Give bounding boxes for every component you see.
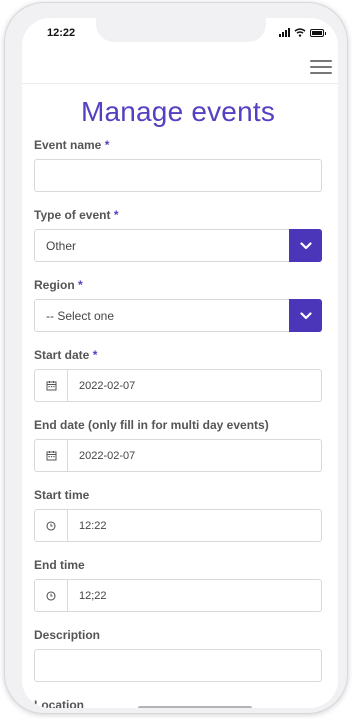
clock-icon [35,580,68,611]
region-value: -- Select one [46,308,115,323]
end-date-field: End date (only fill in for multi day eve… [34,418,322,472]
chevron-down-icon[interactable] [289,229,322,262]
end-date-value: 2022-02-07 [79,449,136,462]
required-asterisk: * [104,138,110,152]
signal-icon [279,28,290,37]
region-label: Region * [34,278,83,292]
clock-icon [35,510,68,541]
calendar-icon [35,370,68,401]
status-icons [279,28,326,37]
phone-screen: 12:22 Manage events Event name * Type of… [22,18,338,708]
event-name-input[interactable] [34,159,322,192]
start-date-input[interactable]: 2022-02-07 [34,369,322,402]
end-time-input[interactable]: 12;22 [34,579,322,612]
start-date-label: Start date * [34,348,98,362]
required-asterisk: * [92,348,98,362]
wifi-icon [294,28,306,37]
phone-frame: 12:22 Manage events Event name * Type of… [4,2,348,714]
end-time-label: End time [34,558,85,572]
battery-icon [310,28,326,37]
description-field: Description [34,628,322,682]
end-time-value: 12;22 [79,589,107,602]
start-date-field: Start date * 2022-02-07 [34,348,322,402]
event-type-select[interactable]: Other [34,229,322,262]
app-header [22,52,338,84]
description-input[interactable] [34,649,322,682]
start-time-value: 12:22 [79,519,107,532]
start-date-value: 2022-02-07 [79,379,136,392]
description-label: Description [34,628,101,642]
end-date-input[interactable]: 2022-02-07 [34,439,322,472]
end-date-label: End date (only fill in for multi day eve… [34,418,269,432]
end-time-field: End time 12;22 [34,558,322,612]
event-type-field: Type of event * Other [34,208,322,262]
required-asterisk: * [78,278,83,292]
home-indicator [138,706,252,708]
page-title: Manage events [80,96,276,127]
notch [96,18,266,42]
event-name-field: Event name * [34,138,322,192]
status-time: 12:22 [47,27,76,39]
calendar-icon [35,440,68,471]
hamburger-icon[interactable] [310,60,332,76]
region-field: Region * -- Select one [34,278,322,332]
region-select[interactable]: -- Select one [34,299,322,332]
start-time-field: Start time 12:22 [34,488,322,542]
start-time-label: Start time [34,488,90,502]
chevron-down-icon[interactable] [289,299,322,332]
required-asterisk: * [113,208,119,222]
event-name-label: Event name * [34,138,110,152]
event-type-value: Other [46,238,77,253]
event-type-label: Type of event * [34,208,119,222]
start-time-input[interactable]: 12:22 [34,509,322,542]
event-form: Manage events Event name * Type of event… [34,84,322,708]
